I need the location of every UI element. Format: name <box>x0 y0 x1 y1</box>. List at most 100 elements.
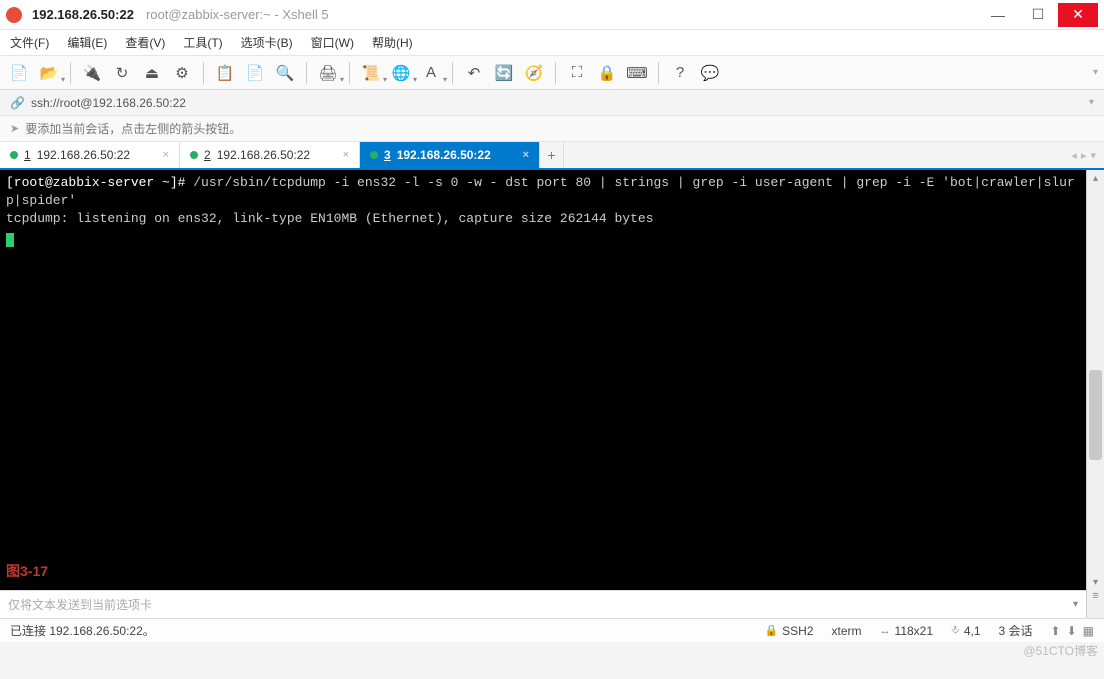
print-icon[interactable]: 🖨 <box>315 60 341 86</box>
font-icon[interactable]: A <box>418 60 444 86</box>
window-title: 192.168.26.50:22 <box>32 7 134 22</box>
navigation-icon[interactable]: 🧭 <box>521 60 547 86</box>
status-dot-icon <box>370 151 378 159</box>
tab-1[interactable]: 1 192.168.26.50:22 × <box>0 142 180 168</box>
toolbar-separator <box>555 62 556 84</box>
menu-edit[interactable]: 编辑(E) <box>67 34 107 51</box>
input-row: 仅将文本发送到当前选项卡 ▾ ≡ <box>0 590 1104 618</box>
terminal-cursor <box>6 233 14 247</box>
window-controls: — ☐ ✕ <box>978 3 1098 27</box>
watermark: @51CTO博客 <box>1023 642 1098 659</box>
title-bar: 192.168.26.50:22 root@zabbix-server:~ - … <box>0 0 1104 30</box>
status-bar: 已连接 192.168.26.50:22。 🔒SSH2 xterm ↔118x2… <box>0 618 1104 642</box>
tab-close-icon[interactable]: × <box>163 149 169 161</box>
properties-icon[interactable]: ⚙ <box>169 60 195 86</box>
toolbar-separator <box>203 62 204 84</box>
tab-2[interactable]: 2 192.168.26.50:22 × <box>180 142 360 168</box>
compose-menu-icon[interactable]: ▾ <box>1073 599 1078 610</box>
tab-close-icon[interactable]: × <box>523 149 529 161</box>
status-tail-icons: ⬆ ⬇ ▦ <box>1051 624 1094 638</box>
copy-icon[interactable]: 📋 <box>212 60 238 86</box>
history-icon[interactable]: ↶ <box>461 60 487 86</box>
maximize-button[interactable]: ☐ <box>1018 3 1058 27</box>
info-text: 要添加当前会话，点击左侧的箭头按钮。 <box>25 120 241 137</box>
side-tool[interactable]: ≡ <box>1086 590 1104 618</box>
tab-prev-icon[interactable]: ◂ <box>1071 149 1077 162</box>
keyboard-icon[interactable]: ⌨ <box>624 60 650 86</box>
tab-label: 192.168.26.50:22 <box>37 148 130 162</box>
tab-strip: 1 192.168.26.50:22 × 2 192.168.26.50:22 … <box>0 142 1104 170</box>
toolbar-separator <box>70 62 71 84</box>
help-icon[interactable]: ? <box>667 60 693 86</box>
menu-view[interactable]: 查看(V) <box>125 34 165 51</box>
connect-icon[interactable]: 🔌 <box>79 60 105 86</box>
terminal-container: [root@zabbix-server ~]# /usr/sbin/tcpdum… <box>0 170 1104 590</box>
scroll-thumb[interactable] <box>1089 370 1102 460</box>
toolbar-separator <box>306 62 307 84</box>
terminal[interactable]: [root@zabbix-server ~]# /usr/sbin/tcpdum… <box>0 170 1086 590</box>
compose-bar[interactable]: 仅将文本发送到当前选项卡 ▾ <box>0 590 1086 618</box>
status-left: 已连接 192.168.26.50:22。 <box>10 622 155 639</box>
menu-help[interactable]: 帮助(H) <box>372 34 413 51</box>
fullscreen-icon[interactable]: ⛶ <box>564 60 590 86</box>
menu-bar: 文件(F) 编辑(E) 查看(V) 工具(T) 选项卡(B) 窗口(W) 帮助(… <box>0 30 1104 56</box>
script-icon[interactable]: 📜 <box>358 60 384 86</box>
disconnect-icon[interactable]: ⏏ <box>139 60 165 86</box>
minimize-button[interactable]: — <box>978 3 1018 27</box>
tab-nav-arrows: ◂ ▸ ▾ <box>1063 142 1104 168</box>
close-button[interactable]: ✕ <box>1058 3 1098 27</box>
terminal-prompt: [root@zabbix-server ~]# <box>6 175 193 190</box>
lock-icon[interactable]: 🔒 <box>594 60 620 86</box>
open-session-icon[interactable]: 📂 <box>36 60 62 86</box>
tab-3[interactable]: 3 192.168.26.50:22 × <box>360 142 540 168</box>
status-dot-icon <box>190 151 198 159</box>
new-session-icon[interactable]: 📄 <box>6 60 32 86</box>
refresh-icon[interactable]: 🔄 <box>491 60 517 86</box>
status-pos: ⎀4,1 <box>951 624 981 638</box>
caps-icon: ⬆ <box>1051 624 1061 638</box>
menu-file[interactable]: 文件(F) <box>10 34 49 51</box>
find-icon[interactable]: 🔍 <box>272 60 298 86</box>
toolbar-separator <box>452 62 453 84</box>
terminal-output: tcpdump: listening on ens32, link-type E… <box>6 211 654 226</box>
reconnect-icon[interactable]: ↻ <box>109 60 135 86</box>
lock-small-icon: 🔒 <box>764 624 778 637</box>
status-size: ↔118x21 <box>880 624 933 638</box>
globe-icon[interactable]: 🌐 <box>388 60 414 86</box>
scroll-up-icon[interactable]: ▴ <box>1087 170 1104 186</box>
address-overflow-icon[interactable]: ▾ <box>1089 97 1094 108</box>
address-bar: 🔗 ssh://root@192.168.26.50:22 ▾ <box>0 90 1104 116</box>
app-icon <box>6 7 22 23</box>
tab-label: 192.168.26.50:22 <box>397 148 491 162</box>
menu-tools[interactable]: 工具(T) <box>183 34 222 51</box>
compose-placeholder: 仅将文本发送到当前选项卡 <box>8 596 152 613</box>
tab-number: 1 <box>24 148 31 162</box>
terminal-scrollbar[interactable]: ▴ ▾ <box>1086 170 1104 590</box>
tab-next-icon[interactable]: ▸ <box>1081 149 1087 162</box>
arrow-tip-icon[interactable]: ➤ <box>10 122 19 135</box>
toolbar-overflow-icon[interactable]: ▾ <box>1093 67 1098 78</box>
info-bar: ➤ 要添加当前会话，点击左侧的箭头按钮。 <box>0 116 1104 142</box>
num-icon: ⬇ <box>1067 624 1077 638</box>
figure-label: 图3-17 <box>6 562 48 582</box>
menu-window[interactable]: 窗口(W) <box>311 34 354 51</box>
tab-menu-icon[interactable]: ▾ <box>1090 149 1096 162</box>
toolbar: 📄 📂 🔌 ↻ ⏏ ⚙ 📋 📄 🔍 🖨 📜 🌐 A ↶ 🔄 🧭 ⛶ 🔒 ⌨ ? … <box>0 56 1104 90</box>
paste-icon[interactable]: 📄 <box>242 60 268 86</box>
ruler-icon: ↔ <box>880 625 891 637</box>
scroll-down-icon[interactable]: ▾ <box>1087 574 1104 590</box>
grid-icon: ▦ <box>1083 624 1094 638</box>
tab-label: 192.168.26.50:22 <box>217 148 310 162</box>
status-dot-icon <box>10 151 18 159</box>
ssh-icon: 🔗 <box>10 96 25 110</box>
window-subtitle: root@zabbix-server:~ - Xshell 5 <box>146 7 329 22</box>
add-tab-button[interactable]: + <box>540 142 564 168</box>
menu-tabs[interactable]: 选项卡(B) <box>241 34 293 51</box>
chat-icon[interactable]: 💬 <box>697 60 723 86</box>
cursor-pos-icon: ⎀ <box>951 624 960 637</box>
tab-close-icon[interactable]: × <box>343 149 349 161</box>
status-sessions: 3 会话 <box>999 622 1033 639</box>
tab-number: 2 <box>204 148 211 162</box>
address-text[interactable]: ssh://root@192.168.26.50:22 <box>31 96 1089 110</box>
tab-number: 3 <box>384 148 391 162</box>
